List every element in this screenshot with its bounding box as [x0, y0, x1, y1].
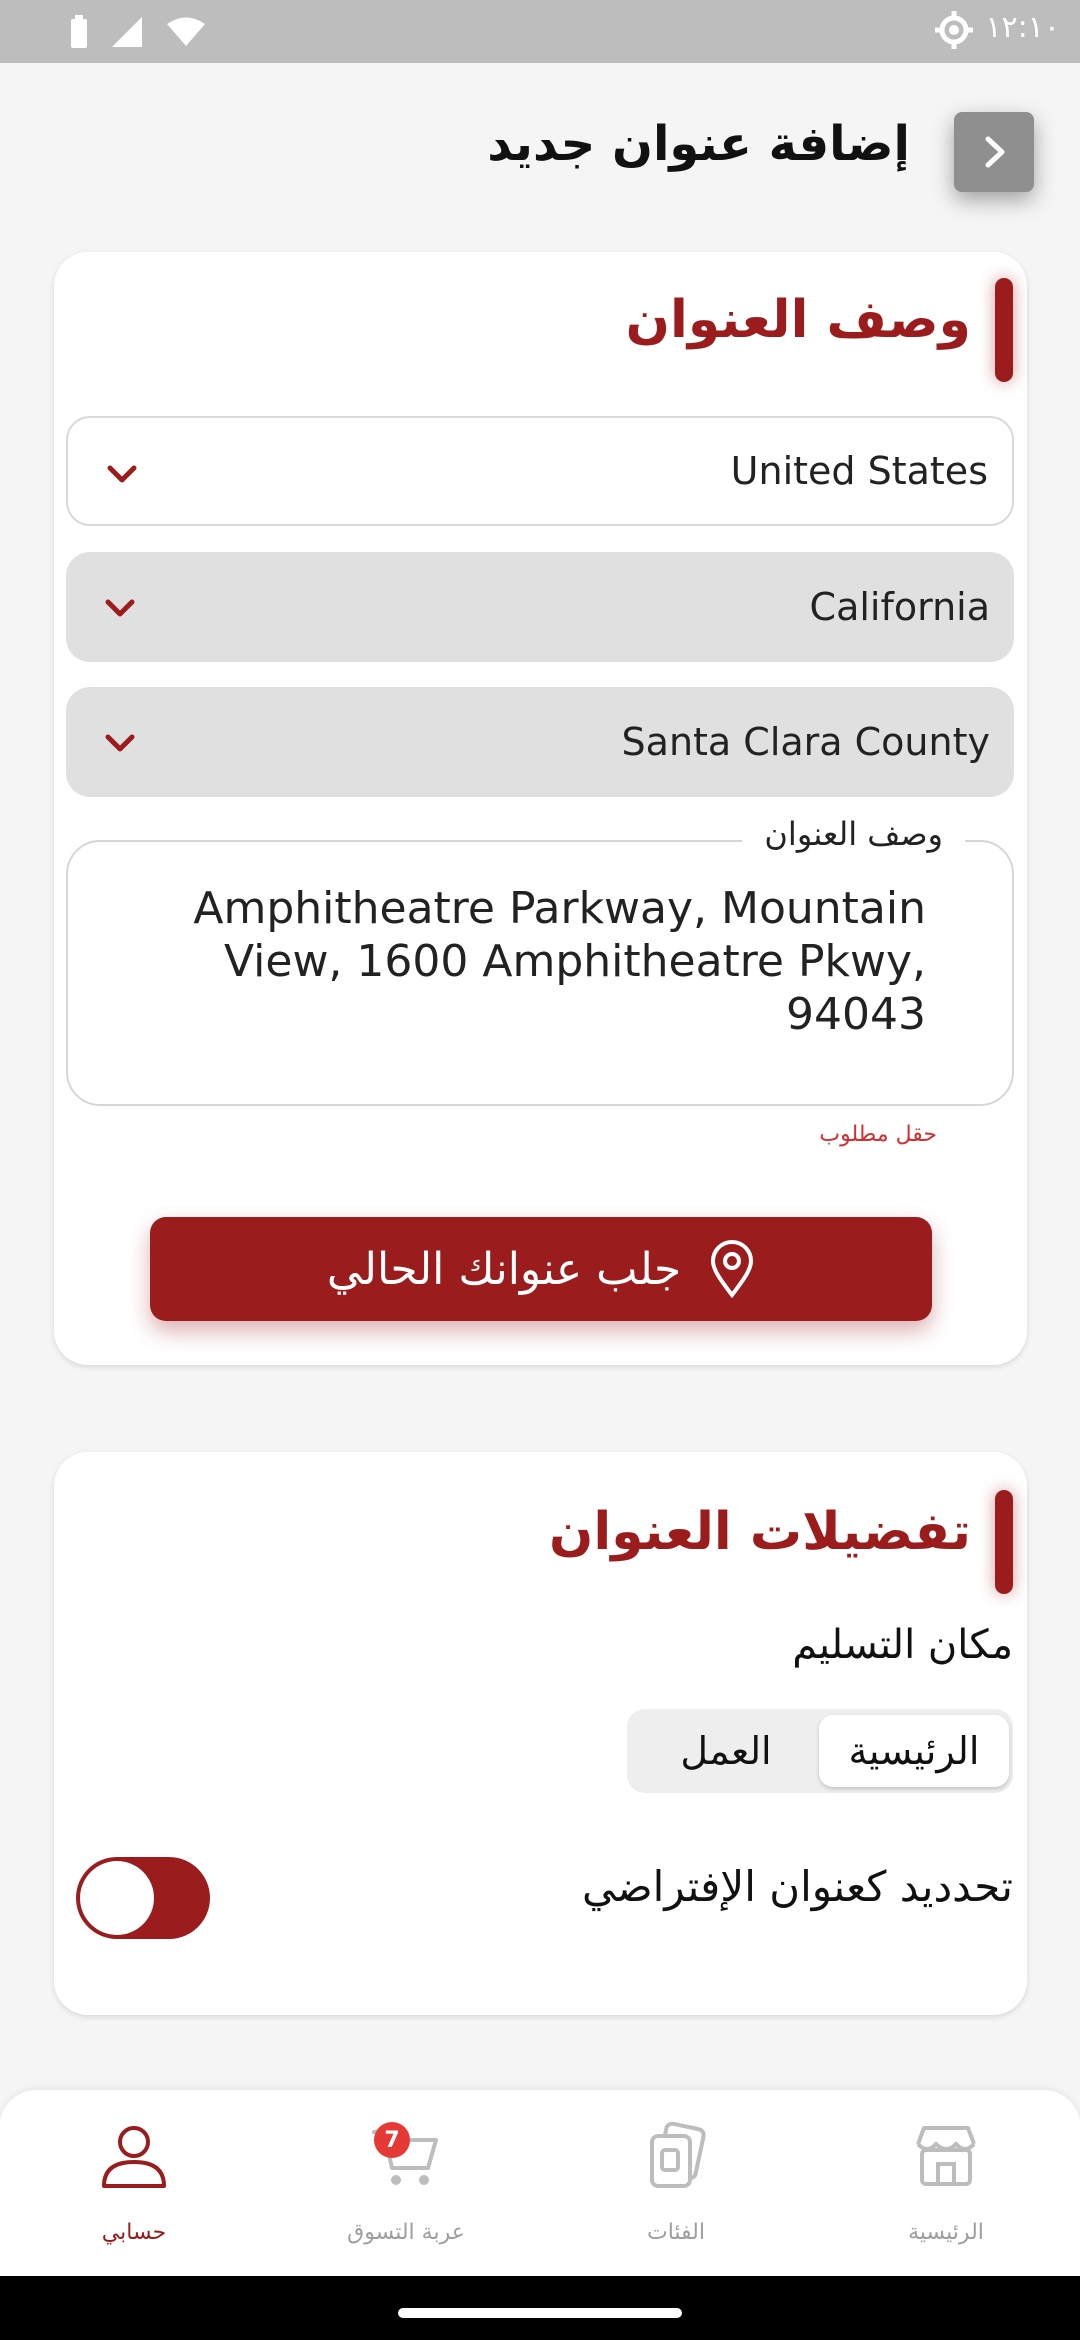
option-work[interactable]: العمل: [631, 1715, 821, 1787]
nav-account-label: حسابي: [101, 2220, 167, 2245]
county-value: Santa Clara County: [621, 720, 990, 764]
get-current-location-label: جلب عنوانك الحالي: [326, 1243, 682, 1295]
chevron-down-icon: [105, 734, 135, 752]
back-button[interactable]: [954, 112, 1034, 192]
country-value: United States: [730, 449, 988, 493]
chevron-right-icon: [985, 136, 1005, 168]
page-header: إضافة عنوان جديد: [0, 90, 1080, 210]
settings-icon: [935, 11, 973, 49]
required-field-helper: حقل مطلوب: [819, 1122, 937, 1147]
section-accent-bar: [995, 1490, 1013, 1594]
chevron-down-icon: [105, 599, 135, 617]
country-select[interactable]: United States: [66, 416, 1014, 526]
nav-categories-label: الفئات: [647, 2220, 705, 2245]
nav-categories[interactable]: الفئات: [576, 2120, 776, 2270]
nav-home[interactable]: الرئيسية: [846, 2120, 1046, 2270]
nav-home-label: الرئيسية: [908, 2220, 984, 2245]
section-title-address-preferences: تفضيلات العنوان: [549, 1502, 971, 1562]
status-bar: ١٢:١٠: [0, 0, 1080, 63]
section-title-address-description: وصف العنوان: [625, 290, 971, 350]
system-navigation-bar: [0, 2276, 1080, 2340]
county-select[interactable]: Santa Clara County: [66, 687, 1014, 797]
option-home[interactable]: الرئيسية: [819, 1715, 1009, 1787]
state-select[interactable]: California: [66, 552, 1014, 662]
delivery-place-segmented-control: الرئيسية العمل: [627, 1709, 1013, 1793]
address-preferences-card: تفضيلات العنوان مكان التسليم الرئيسية ال…: [54, 1452, 1027, 2015]
delivery-place-label: مكان التسليم: [792, 1622, 1013, 1668]
address-description-card: وصف العنوان United States California San…: [54, 252, 1027, 1365]
address-description-label: وصف العنوان: [742, 815, 965, 853]
toggle-knob: [80, 1861, 154, 1935]
page-title: إضافة عنوان جديد: [487, 116, 910, 172]
section-accent-bar: [995, 278, 1013, 382]
home-gesture-handle[interactable]: [398, 2308, 682, 2318]
store-icon: [916, 2126, 976, 2186]
signal-icon: [112, 17, 142, 47]
categories-icon: [650, 2121, 706, 2188]
default-address-toggle[interactable]: [76, 1857, 210, 1939]
status-time: ١٢:١٠: [985, 10, 1060, 45]
nav-cart[interactable]: 7 عربة التسوق: [306, 2120, 506, 2270]
state-value: California: [809, 585, 990, 629]
address-description-value: Amphitheatre Parkway, Mountain View, 160…: [193, 883, 926, 1040]
location-pin-icon: [711, 1240, 754, 1298]
default-address-label: تحدديد كعنوان الإفتراضي: [581, 1862, 1013, 1911]
user-icon: [102, 2126, 166, 2188]
add-address-screen: ١٢:١٠ إضافة عنوان جديد وصف العنوان Unite…: [0, 0, 1080, 2340]
battery-icon: [71, 15, 87, 48]
nav-cart-label: عربة التسوق: [347, 2220, 465, 2245]
nav-account[interactable]: حسابي: [34, 2120, 234, 2270]
status-icons: [70, 12, 206, 52]
address-description-field[interactable]: Amphitheatre Parkway, Mountain View, 160…: [66, 840, 1014, 1106]
chevron-down-icon: [107, 465, 137, 483]
cart-count-badge: 7: [374, 2122, 410, 2158]
get-current-location-button[interactable]: جلب عنوانك الحالي: [150, 1217, 932, 1321]
wifi-icon: [167, 17, 205, 46]
bottom-navigation: الرئيسية الفئات 7 عربة التسوق حسابي: [0, 2090, 1080, 2276]
